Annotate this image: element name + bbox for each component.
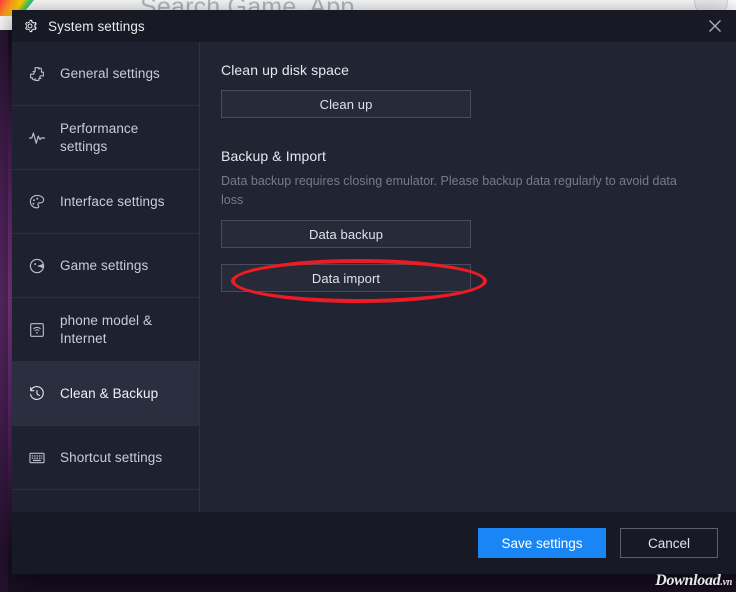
sidebar-item-clean-backup[interactable]: Clean & Backup — [12, 362, 199, 426]
sidebar-item-label: phone model & Internet — [60, 312, 187, 348]
sidebar-item-shortcut-settings[interactable]: Shortcut settings — [12, 426, 199, 490]
save-settings-button[interactable]: Save settings — [478, 528, 606, 558]
puzzle-icon — [28, 65, 46, 83]
clock-history-icon — [28, 385, 46, 403]
sidebar-item-general-settings[interactable]: General settings — [12, 42, 199, 106]
settings-content-panel: Clean up disk space Clean up Backup & Im… — [200, 42, 736, 512]
watermark: Download.vn — [655, 572, 732, 590]
data-import-button[interactable]: Data import — [221, 264, 471, 292]
game-icon — [28, 257, 46, 275]
sidebar-item-game-settings[interactable]: Game settings — [12, 234, 199, 298]
gear-icon — [22, 18, 38, 34]
palette-icon — [28, 193, 46, 211]
sidebar-item-label: General settings — [60, 65, 160, 83]
sidebar-item-label: Interface settings — [60, 193, 165, 211]
dialog-titlebar[interactable]: System settings — [12, 10, 736, 42]
cancel-button[interactable]: Cancel — [620, 528, 718, 558]
keyboard-icon — [28, 449, 46, 467]
watermark-tld: .vn — [720, 577, 732, 588]
settings-sidebar: General settings Performance settings In… — [12, 42, 200, 512]
phone-signal-icon — [28, 321, 46, 339]
cleanup-section-title: Clean up disk space — [221, 62, 712, 78]
backup-section-title: Backup & Import — [221, 148, 712, 164]
sidebar-item-performance-settings[interactable]: Performance settings — [12, 106, 199, 170]
backup-description: Data backup requires closing emulator. P… — [221, 172, 693, 210]
dialog-title: System settings — [48, 19, 145, 34]
sidebar-item-phone-model-internet[interactable]: phone model & Internet — [12, 298, 199, 362]
watermark-name: Download — [655, 572, 720, 589]
close-icon[interactable] — [700, 11, 730, 41]
sidebar-item-label: Shortcut settings — [60, 449, 162, 467]
pulse-icon — [28, 129, 46, 147]
sidebar-item-interface-settings[interactable]: Interface settings — [12, 170, 199, 234]
dialog-footer: Save settings Cancel — [12, 512, 736, 574]
background-sidebar-strip — [0, 30, 8, 592]
sidebar-filler — [12, 490, 199, 512]
system-settings-dialog: System settings General settings Perform… — [12, 10, 736, 574]
data-backup-button[interactable]: Data backup — [221, 220, 471, 248]
sidebar-item-label: Clean & Backup — [60, 385, 158, 403]
sidebar-item-label: Performance settings — [60, 120, 187, 156]
dialog-body: General settings Performance settings In… — [12, 42, 736, 512]
sidebar-item-label: Game settings — [60, 257, 148, 275]
clean-up-button[interactable]: Clean up — [221, 90, 471, 118]
